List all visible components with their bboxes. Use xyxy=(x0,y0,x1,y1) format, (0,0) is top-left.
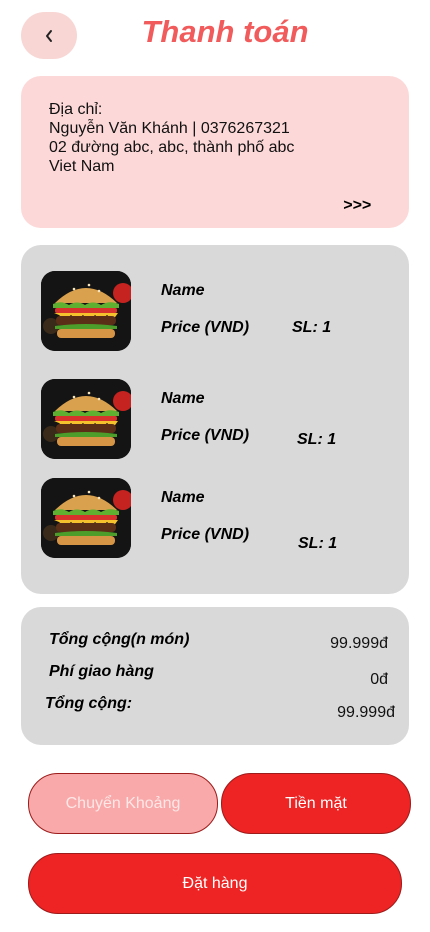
item-price: Price (VND) xyxy=(161,427,250,444)
order-item: Name Price (VND) SL: 1 xyxy=(21,271,409,353)
item-name: Name xyxy=(161,282,205,299)
subtotal-value: 99.999đ xyxy=(330,635,388,652)
place-order-button[interactable]: Đặt hàng xyxy=(28,853,402,914)
item-quantity: SL: 1 xyxy=(297,431,337,448)
address-text: Địa chỉ: Nguyễn Văn Khánh | 0376267321 0… xyxy=(49,100,294,176)
total-label: Tổng cộng: xyxy=(45,695,133,712)
item-price: Price (VND) xyxy=(161,319,250,336)
checkout-screen: Thanh toán Địa chỉ: Nguyễn Văn Khánh | 0… xyxy=(0,0,430,932)
cash-button[interactable]: Tiền mặt xyxy=(221,773,411,834)
address-name-phone: Nguyễn Văn Khánh | 0376267321 xyxy=(49,120,290,137)
burger-image xyxy=(41,379,131,459)
shipping-label: Phí giao hàng xyxy=(49,663,154,680)
address-card[interactable]: Địa chỉ: Nguyễn Văn Khánh | 0376267321 0… xyxy=(21,76,409,228)
address-country: Viet Nam xyxy=(49,158,115,175)
total-value: 99.999đ xyxy=(337,704,395,721)
address-street: 02 đường abc, abc, thành phố abc xyxy=(49,139,295,156)
order-summary-card: Tổng cộng(n món) 99.999đ Phí giao hàng 0… xyxy=(21,607,409,745)
back-button[interactable] xyxy=(21,12,77,59)
burger-image xyxy=(41,271,131,351)
burger-image xyxy=(41,478,131,558)
subtotal-label: Tổng cộng(n món) xyxy=(49,631,190,648)
address-label: Địa chỉ: xyxy=(49,101,103,118)
shipping-value: 0đ xyxy=(370,671,388,688)
item-name: Name xyxy=(161,390,205,407)
order-item: Name Price (VND) SL: 1 xyxy=(21,379,409,461)
item-quantity: SL: 1 xyxy=(292,319,332,336)
item-quantity: SL: 1 xyxy=(298,535,338,552)
order-item: Name Price (VND) SL: 1 xyxy=(21,478,409,560)
item-price: Price (VND) xyxy=(161,526,250,543)
item-name: Name xyxy=(161,489,205,506)
change-address-link[interactable]: >>> xyxy=(343,197,371,215)
page-title: Thanh toán xyxy=(141,14,309,49)
order-items-card: Name Price (VND) SL: 1 Name Price (VND) … xyxy=(21,245,409,594)
chevron-left-icon xyxy=(46,29,52,42)
bank-transfer-button[interactable]: Chuyển Khoảng xyxy=(28,773,218,834)
